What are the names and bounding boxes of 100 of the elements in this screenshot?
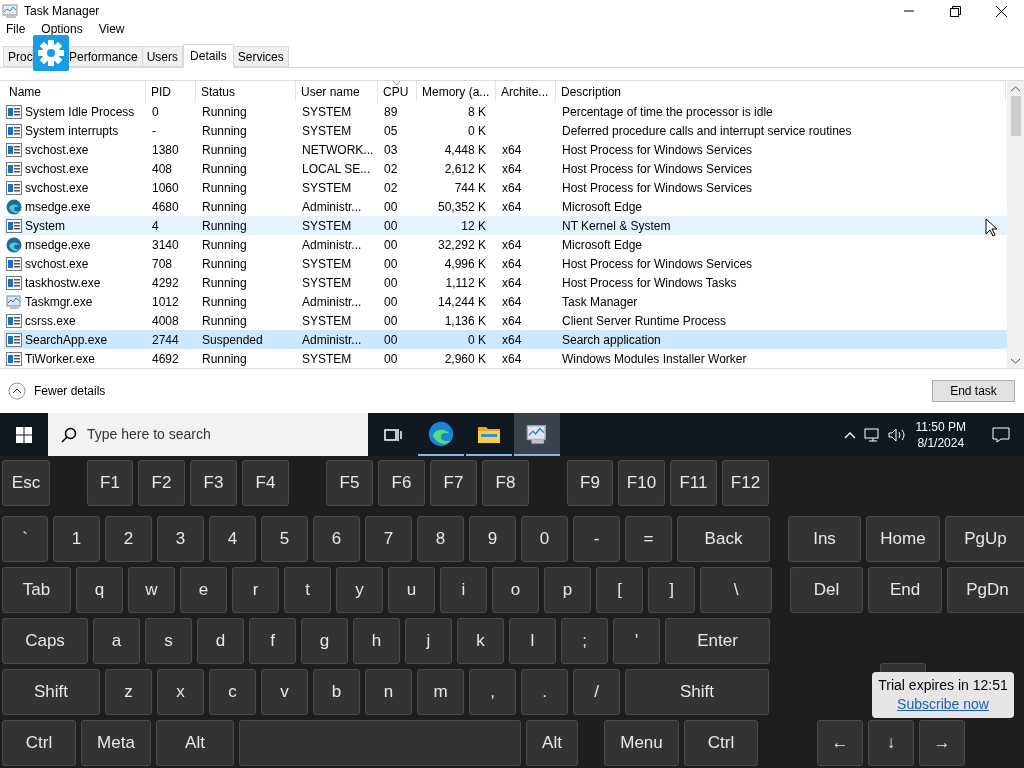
keyboard-key[interactable]: Tab (2, 567, 71, 613)
keyboard-key[interactable]: 8 (417, 516, 464, 562)
fewer-details-link[interactable]: Fewer details (34, 382, 106, 400)
keyboard-key[interactable]: u (388, 567, 435, 613)
keyboard-key[interactable]: F2 (138, 460, 185, 506)
keyboard-key[interactable]: F11 (670, 460, 717, 506)
keyboard-key[interactable]: F3 (190, 460, 237, 506)
keyboard-key[interactable]: k (457, 618, 504, 664)
volume-icon[interactable] (887, 426, 906, 443)
keyboard-key[interactable]: Home (866, 516, 940, 562)
keyboard-key[interactable]: End (868, 567, 942, 613)
keyboard-key[interactable]: [ (596, 567, 643, 613)
keyboard-key[interactable]: 3 (157, 516, 204, 562)
keyboard-key[interactable]: Shift (625, 669, 769, 715)
keyboard-key[interactable]: h (353, 618, 400, 664)
menu-item[interactable]: Options (41, 23, 83, 35)
keyboard-key[interactable]: r (232, 567, 279, 613)
tab[interactable]: Services (233, 46, 289, 67)
keyboard-key[interactable]: z (105, 669, 152, 715)
keyboard-key[interactable]: m (417, 669, 464, 715)
column-header[interactable]: Status (196, 81, 296, 102)
keyboard-key[interactable]: g (301, 618, 348, 664)
keyboard-key[interactable]: b (313, 669, 360, 715)
keyboard-key[interactable]: - (573, 516, 620, 562)
scroll-up-icon[interactable] (1011, 86, 1020, 92)
keyboard-key[interactable]: Alt (526, 720, 578, 766)
keyboard-key[interactable]: 4 (209, 516, 256, 562)
keyboard-key[interactable]: i (440, 567, 487, 613)
keyboard-key[interactable]: v (261, 669, 308, 715)
keyboard-key[interactable]: F7 (430, 460, 477, 506)
keyboard-key[interactable]: F8 (482, 460, 529, 506)
column-header[interactable]: PID (146, 81, 196, 102)
end-task-button[interactable]: End task (932, 380, 1015, 402)
keyboard-key[interactable]: ] (648, 567, 695, 613)
keyboard-key[interactable]: Menu (604, 720, 679, 766)
keyboard-key[interactable]: Meta (81, 720, 151, 766)
keyboard-key[interactable]: / (573, 669, 620, 715)
keyboard-key[interactable]: , (469, 669, 516, 715)
keyboard-key[interactable]: 1 (53, 516, 100, 562)
keyboard-key[interactable]: e (180, 567, 227, 613)
keyboard-key[interactable]: o (492, 567, 539, 613)
keyboard-key[interactable]: Caps (2, 618, 88, 664)
keyboard-key[interactable]: 9 (469, 516, 516, 562)
keyboard-key[interactable]: w (128, 567, 175, 613)
keyboard-key[interactable]: j (405, 618, 452, 664)
keyboard-key[interactable]: ` (2, 516, 48, 562)
keyboard-key[interactable]: Del (790, 567, 863, 613)
keyboard-key[interactable]: F6 (378, 460, 425, 506)
table-row[interactable]: SearchApp.exe 2744 Suspended Administr... 00 0 K x64 Search application (4, 330, 1007, 349)
menu-item[interactable]: File (6, 23, 26, 35)
column-header[interactable]: Archite... (496, 81, 556, 102)
keyboard-key[interactable]: l (509, 618, 556, 664)
keyboard-key[interactable]: y (336, 567, 383, 613)
keyboard-key[interactable]: x (157, 669, 204, 715)
chevron-up-icon[interactable] (843, 430, 856, 439)
tab[interactable]: Details (183, 44, 234, 68)
keyboard-key[interactable]: PgDn (947, 567, 1024, 613)
keyboard-key[interactable]: s (145, 618, 192, 664)
keyboard-key[interactable]: Ctrl (2, 720, 76, 766)
scrollbar-thumb[interactable] (1010, 96, 1021, 136)
keyboard-key[interactable]: Enter (665, 618, 770, 664)
keyboard-key[interactable]: F4 (242, 460, 289, 506)
tab[interactable]: Users (142, 46, 184, 67)
keyboard-key[interactable]: n (365, 669, 412, 715)
keyboard-key[interactable]: 2 (105, 516, 152, 562)
keyboard-key[interactable]: Alt (156, 720, 234, 766)
gear-icon[interactable] (33, 35, 69, 71)
keyboard-key[interactable]: q (76, 567, 123, 613)
keyboard-key[interactable]: ; (561, 618, 608, 664)
network-icon[interactable] (863, 426, 882, 443)
keyboard-key[interactable]: → (919, 720, 965, 766)
keyboard-key[interactable]: \ (700, 567, 772, 613)
scroll-down-icon[interactable] (1011, 358, 1020, 364)
keyboard-key[interactable]: 0 (521, 516, 568, 562)
keyboard-key[interactable]: Back (677, 516, 770, 562)
taskbar-app[interactable] (514, 413, 560, 456)
keyboard-key[interactable]: p (544, 567, 591, 613)
keyboard-key[interactable]: F1 (87, 460, 133, 506)
keyboard-key[interactable]: F10 (618, 460, 665, 506)
keyboard-key[interactable]: a (93, 618, 140, 664)
column-header[interactable]: User name (296, 81, 378, 102)
column-header[interactable]: CPU (378, 81, 417, 102)
keyboard-key[interactable]: ↓ (868, 720, 914, 766)
tab[interactable]: Proc (3, 46, 33, 67)
keyboard-key[interactable]: . (521, 669, 568, 715)
table-row[interactable]: System 4 Running SYSTEM 00 12 K NT Kernel & System (4, 216, 1007, 235)
keyboard-key[interactable]: d (197, 618, 244, 664)
keyboard-key[interactable]: 5 (261, 516, 308, 562)
collapse-icon[interactable] (8, 382, 26, 400)
keyboard-key[interactable]: F5 (326, 460, 373, 506)
search-bar[interactable]: Type here to search (48, 413, 368, 456)
menu-item[interactable]: View (98, 23, 125, 35)
keyboard-key[interactable]: f (249, 618, 296, 664)
keyboard-key[interactable]: = (625, 516, 672, 562)
keyboard-key[interactable]: ' (613, 618, 660, 664)
keyboard-key[interactable]: ← (817, 720, 863, 766)
scrollbar[interactable] (1007, 81, 1024, 368)
subscribe-link[interactable]: Subscribe now (897, 695, 989, 714)
column-header[interactable]: Memory (a... (417, 81, 496, 102)
keyboard-key[interactable]: 6 (313, 516, 360, 562)
